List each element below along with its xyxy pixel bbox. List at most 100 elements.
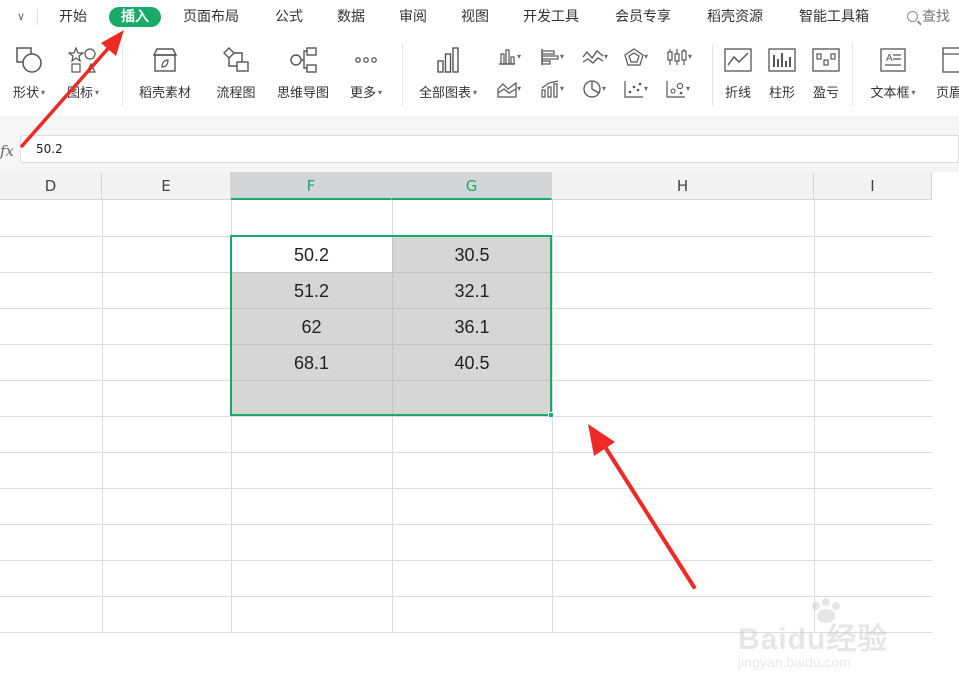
shape-icon [16, 47, 42, 73]
tab-data[interactable]: 数据 [337, 7, 365, 27]
more-icon [355, 57, 377, 63]
search-icon [907, 11, 918, 22]
gridline-horizontal [0, 416, 932, 417]
column-chart-icon [499, 48, 515, 65]
stock-chart-dropdown[interactable]: ▾ [666, 46, 692, 70]
column-header-g[interactable]: G [392, 172, 552, 200]
formula-bar-area: fx 50.2 [0, 116, 959, 172]
sparkline-line-button[interactable]: 折线 [720, 46, 756, 101]
icon-button[interactable]: 图标 ▾ [62, 46, 104, 101]
pie-chart-dropdown[interactable]: ▾ [582, 78, 606, 102]
sparkline-winloss-button[interactable]: 盈亏 [808, 46, 844, 101]
collapse-menu-icon[interactable]: ∨ [10, 7, 32, 27]
tab-home[interactable]: 开始 [59, 7, 87, 27]
flowchart-label: 流程图 [216, 86, 256, 101]
menu-separator [37, 9, 38, 25]
sparkline-column-button[interactable]: 柱形 [764, 46, 800, 101]
ribbon-insert: 形状 ▾ 图标 ▾ 稻壳素材 流程图 思维导图 更多 ▾ 全部图表 ▾ ▾ ▾ … [0, 34, 959, 116]
area-chart-dropdown[interactable]: ▾ [497, 78, 521, 102]
icons-icon [68, 46, 96, 73]
all-charts-label: 全部图表 [418, 86, 471, 101]
column-header-d[interactable]: D [0, 172, 102, 200]
menu-bar: ∨ 开始 插入 页面布局 公式 数据 审阅 视图 开发工具 会员专享 稻壳资源 … [0, 0, 959, 34]
line-chart-icon [582, 49, 604, 64]
pie-chart-icon [583, 79, 601, 98]
stock-chart-icon [667, 48, 687, 65]
sheet-edge [932, 172, 959, 698]
area-chart-icon [497, 81, 517, 98]
all-charts-icon [437, 47, 459, 73]
shape-label: 形状 [12, 86, 39, 101]
mindmap-button[interactable]: 思维导图 [272, 46, 334, 101]
tab-developer[interactable]: 开发工具 [523, 7, 579, 27]
sparkline-line-label: 折线 [724, 86, 751, 101]
shape-button[interactable]: 形状 ▾ [8, 46, 50, 101]
tab-smart-toolbox[interactable]: 智能工具箱 [799, 7, 869, 27]
watermark-brand: Baidu经验 [738, 623, 889, 656]
column-chart-dropdown[interactable]: ▾ [497, 46, 521, 70]
gridline-horizontal [0, 452, 932, 453]
sparkline-line-icon [724, 48, 752, 72]
icon-label: 图标 [66, 86, 93, 101]
textbox-icon: A [880, 48, 906, 72]
gridline-horizontal [0, 596, 932, 597]
sparkline-winloss-label: 盈亏 [812, 86, 839, 101]
watermark-url: jingyan.baidu.com [738, 654, 851, 670]
svg-text:A: A [886, 53, 893, 64]
flowchart-button[interactable]: 流程图 [210, 46, 262, 101]
fx-icon[interactable]: fx [0, 142, 14, 160]
scatter-chart-icon [624, 80, 643, 98]
tab-insert[interactable]: 插入 [109, 7, 161, 27]
column-header-i[interactable]: I [814, 172, 932, 200]
search-label: 查找 [922, 9, 950, 25]
bar-chart-dropdown[interactable]: ▾ [540, 46, 564, 70]
bubble-chart-icon [666, 80, 685, 98]
tab-page-layout[interactable]: 页面布局 [183, 7, 239, 27]
gridline-horizontal [0, 560, 932, 561]
formula-value: 50.2 [36, 142, 63, 156]
all-charts-button[interactable]: 全部图表 ▾ [412, 46, 484, 101]
search-button[interactable]: 查找 [907, 6, 950, 26]
selection-border [230, 235, 552, 416]
docer-material-label: 稻壳素材 [138, 86, 191, 101]
textbox-button[interactable]: A 文本框 ▾ [862, 46, 924, 101]
ribbon-separator [122, 44, 123, 106]
column-header-f[interactable]: F [231, 172, 392, 200]
textbox-label: 文本框 [870, 86, 910, 101]
tab-docer-resources[interactable]: 稻壳资源 [707, 7, 763, 27]
radar-chart-dropdown[interactable]: ▾ [624, 46, 648, 70]
gridline-horizontal [0, 488, 932, 489]
tab-view[interactable]: 视图 [461, 7, 489, 27]
ribbon-separator [852, 44, 853, 106]
sparkline-winloss-icon [812, 48, 840, 72]
radar-chart-icon [624, 47, 644, 66]
more-button[interactable]: 更多 ▾ [344, 46, 388, 101]
tab-member[interactable]: 会员专享 [615, 7, 671, 27]
sparkline-column-label: 柱形 [768, 86, 795, 101]
combo-chart-dropdown[interactable]: ▾ [540, 78, 564, 102]
mindmap-label: 思维导图 [276, 86, 329, 101]
flowchart-icon [223, 47, 249, 72]
column-header-h[interactable]: H [552, 172, 814, 200]
bubble-chart-dropdown[interactable]: ▾ [666, 78, 690, 102]
sparkline-column-icon [768, 48, 796, 72]
docer-material-icon [152, 48, 178, 72]
docer-material-button[interactable]: 稻壳素材 [134, 46, 196, 101]
more-label: 更多 [349, 86, 376, 101]
tab-formulas[interactable]: 公式 [275, 7, 303, 27]
column-header-e[interactable]: E [102, 172, 231, 200]
baidu-watermark: Baidu经验 jingyan.baidu.com [730, 598, 930, 678]
bar-chart-icon [541, 48, 559, 65]
header-footer-icon [942, 47, 959, 73]
mindmap-icon [290, 47, 317, 73]
line-chart-dropdown[interactable]: ▾ [582, 46, 608, 70]
tab-review[interactable]: 审阅 [399, 7, 427, 27]
gridline-horizontal [0, 524, 932, 525]
scatter-chart-dropdown[interactable]: ▾ [624, 78, 648, 102]
fill-handle[interactable] [548, 412, 554, 418]
header-footer-label: 页眉 [936, 86, 959, 101]
header-footer-button[interactable]: 页眉 [934, 46, 959, 101]
formula-input[interactable]: 50.2 [20, 135, 959, 163]
ribbon-separator [402, 44, 403, 106]
arrow-to-selection [588, 424, 696, 589]
